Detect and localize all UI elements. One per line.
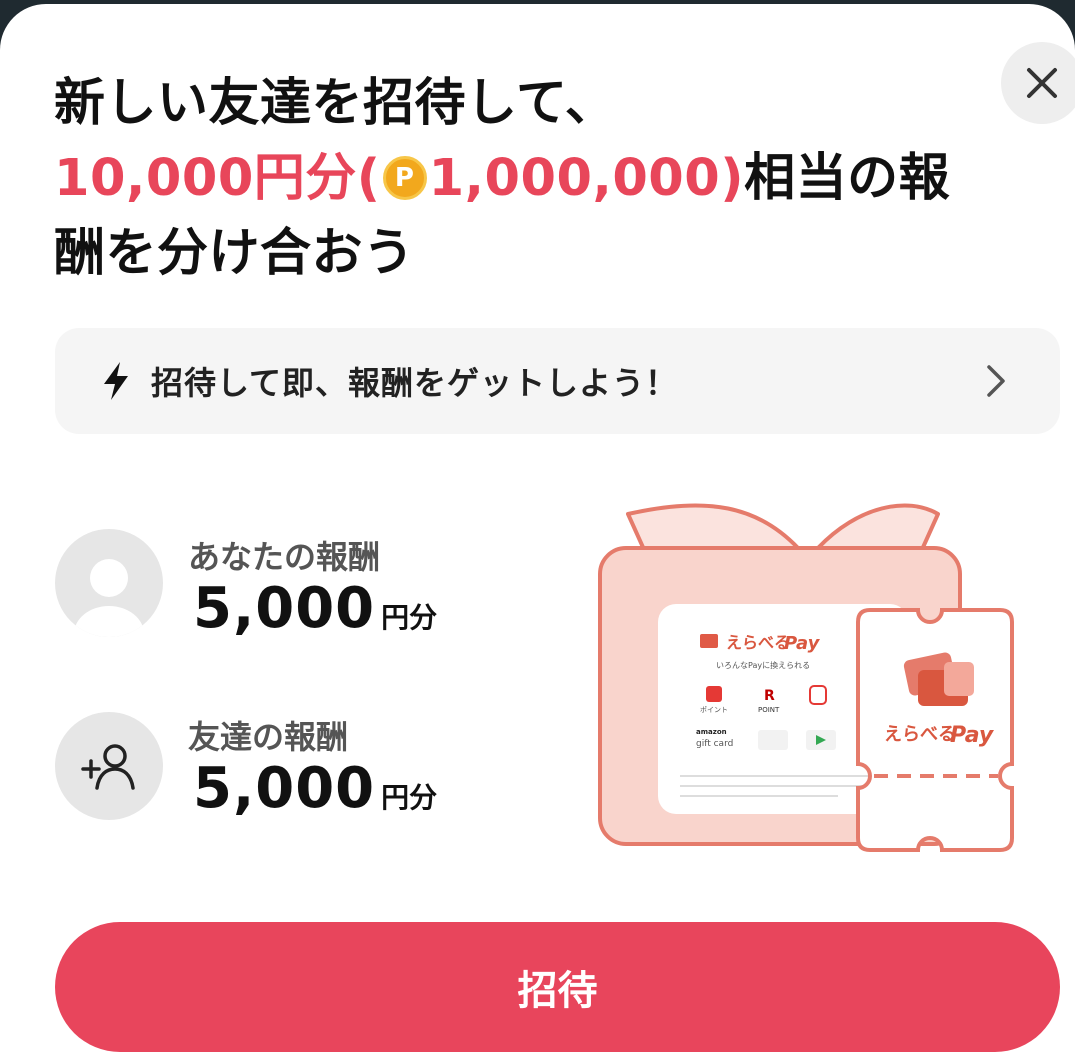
- tile-gift-card: gift card: [696, 739, 733, 749]
- invite-button[interactable]: 招待: [55, 922, 1060, 1052]
- chevron-right-icon: [987, 365, 1005, 397]
- title-line1: 新しい友達を招待して、: [54, 74, 617, 133]
- title-line3: 酬を分け合おう: [54, 224, 415, 283]
- card-brand: えらべる: [726, 633, 790, 652]
- ticket-brand: えらべる: [884, 724, 956, 745]
- invite-sheet: 新しい友達を招待して、 10,000円分(P 1,000,000)相当の報 酬を分…: [0, 4, 1075, 1053]
- friend-reward-amount: 5,000: [193, 756, 376, 821]
- add-friend-icon: [81, 744, 135, 790]
- friend-avatar: [55, 712, 163, 820]
- your-reward-value: 5,000 円分: [193, 576, 437, 641]
- card-tagline: いろんなPayに換えられる: [716, 660, 810, 670]
- svg-text:R: R: [764, 688, 775, 704]
- tile-amazon: amazon: [696, 728, 727, 736]
- card-brand-pay: Pay: [784, 633, 821, 654]
- ticket-brand-pay: Pay: [950, 723, 995, 748]
- close-icon: [1027, 68, 1057, 98]
- brand-logo-icon: [700, 634, 718, 648]
- title-tail: 相当の報: [744, 149, 951, 208]
- avatar: [55, 529, 163, 637]
- tile-rpoint: POINT: [758, 706, 780, 714]
- gift-illustration: えらべる Pay いろんなPayに換えられる ポイント R POINT amaz…: [598, 503, 1014, 852]
- title-points: 1,000,000): [428, 149, 745, 208]
- your-reward-label: あなたの報酬: [188, 538, 381, 576]
- close-button[interactable]: [1001, 42, 1075, 124]
- your-reward-unit: 円分: [381, 601, 438, 634]
- your-reward-amount: 5,000: [193, 576, 376, 641]
- page-title: 新しい友達を招待して、 10,000円分(P 1,000,000)相当の報 酬を分…: [54, 66, 954, 291]
- point-coin-icon: P: [382, 156, 427, 200]
- friend-reward-label: 友達の報酬: [188, 718, 349, 756]
- instant-reward-banner[interactable]: 招待して即、報酬をゲットしよう！: [55, 328, 1060, 434]
- banner-text: 招待して即、報酬をゲットしよう！: [151, 364, 679, 402]
- lightning-icon: [104, 362, 128, 400]
- friend-reward-value: 5,000 円分: [193, 756, 437, 821]
- tile-point: ポイント: [700, 706, 728, 714]
- friend-reward-unit: 円分: [381, 781, 438, 814]
- title-amount: 10,000円分(: [54, 149, 381, 208]
- user-icon: [74, 559, 144, 637]
